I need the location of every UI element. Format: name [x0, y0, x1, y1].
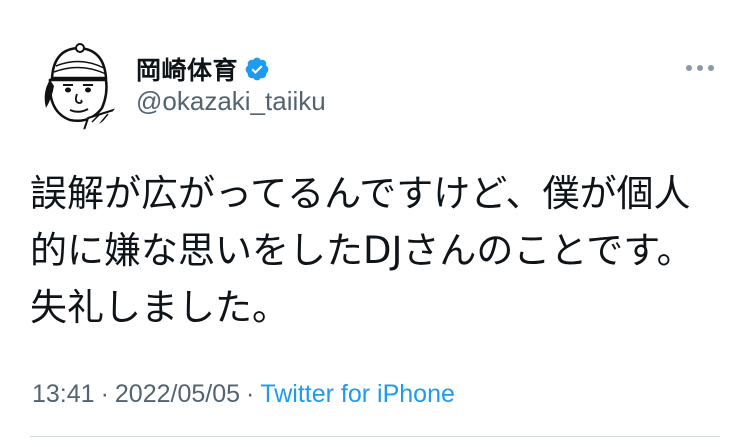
tweet-source-link[interactable]: Twitter for iPhone [260, 380, 455, 408]
meta-separator: · [100, 380, 109, 408]
more-menu-button[interactable] [684, 60, 716, 76]
tweet-time[interactable]: 13:41 [32, 380, 95, 408]
tweet-card: 岡崎体育 @okazaki_taiiku 誤解が広がってるんですけど、僕が個人的… [0, 0, 750, 447]
user-handle[interactable]: @okazaki_taiiku [136, 86, 326, 117]
display-name[interactable]: 岡崎体育 [136, 51, 238, 87]
more-horizontal-icon [686, 65, 714, 71]
meta-separator: · [246, 380, 255, 408]
avatar[interactable] [30, 38, 122, 130]
verified-badge-icon [245, 57, 269, 81]
divider [30, 436, 720, 437]
user-names: 岡崎体育 @okazaki_taiiku [136, 52, 326, 117]
tweet-date[interactable]: 2022/05/05 [115, 380, 240, 408]
tweet-meta: 13:41 · 2022/05/05 · Twitter for iPhone [32, 380, 455, 409]
tweet-text: 誤解が広がってるんですけど、僕が個人的に嫌な思いをしたDJさんのことです。失礼し… [30, 172, 694, 329]
profile-avatar-illustration [30, 38, 122, 130]
name-row: 岡崎体育 [136, 52, 326, 86]
